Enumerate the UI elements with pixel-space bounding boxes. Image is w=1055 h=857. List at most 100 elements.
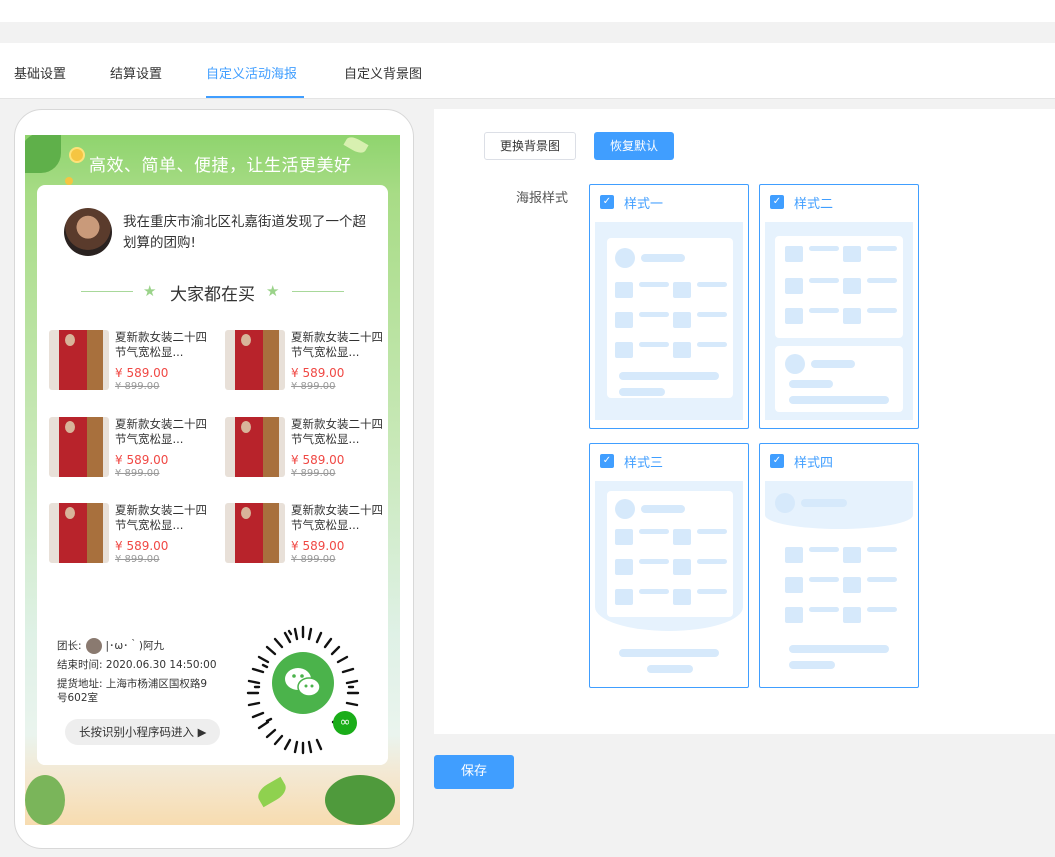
product-original-price: ¥ 899.00 (291, 468, 336, 479)
poster-card: 我在重庆市渝北区礼嘉街道发现了一个超划算的团购! ★ 大家都在买 ★ 夏新款女装… (37, 185, 388, 765)
style-option-4[interactable]: ✓ 样式四 (759, 443, 919, 688)
product-image (225, 417, 285, 477)
poster-preview: 高效、简单、便捷，让生活更美好 我在重庆市渝北区礼嘉街道发现了一个超划算的团购!… (25, 135, 400, 825)
bag-icon (615, 589, 633, 605)
enter-mini-program-button[interactable]: 长按识别小程序码进入 ▶ (65, 719, 220, 745)
bag-icon (615, 342, 633, 358)
product-original-price: ¥ 899.00 (115, 554, 160, 565)
thumb-bar (809, 547, 839, 552)
thumb-bar (801, 499, 847, 507)
style-option-3[interactable]: ✓ 样式三 (589, 443, 749, 688)
checkbox-checked-icon[interactable]: ✓ (770, 195, 784, 209)
leader-name: |･ω･｀)阿九 (105, 640, 164, 652)
product-item[interactable]: 夏新款女装二十四节气宽松显... ¥ 589.00 ¥ 899.00 (49, 417, 219, 487)
style-option-2[interactable]: ✓ 样式二 (759, 184, 919, 429)
thumb-bar (697, 342, 727, 347)
product-name: 夏新款女装二十四节气宽松显... (291, 330, 383, 359)
thumb-bar (697, 589, 727, 594)
bag-icon (785, 246, 803, 262)
product-item[interactable]: 夏新款女装二十四节气宽松显... ¥ 589.00 ¥ 899.00 (225, 330, 388, 400)
product-original-price: ¥ 899.00 (115, 468, 160, 479)
thumb-avatar (615, 248, 635, 268)
tab-basic-settings[interactable]: 基础设置 (14, 63, 66, 82)
thumb-avatar (785, 354, 805, 374)
product-item[interactable]: 夏新款女装二十四节气宽松显... ¥ 589.00 ¥ 899.00 (225, 417, 388, 487)
orange-decoration-small (65, 177, 73, 185)
bag-icon (615, 312, 633, 328)
bag-icon (673, 529, 691, 545)
checkbox-checked-icon[interactable]: ✓ (600, 195, 614, 209)
poster-intro: 我在重庆市渝北区礼嘉街道发现了一个超划算的团购! (123, 214, 366, 251)
poster-slogan: 高效、简单、便捷，让生活更美好 (89, 156, 352, 176)
thumb-bar (647, 665, 693, 673)
leaf-decoration (254, 776, 290, 808)
mini-program-qr-code: ∞ (237, 625, 377, 755)
bag-icon (843, 278, 861, 294)
thumb-bar (867, 607, 897, 612)
product-image (225, 503, 285, 563)
bag-icon (785, 278, 803, 294)
thumb-avatar (615, 499, 635, 519)
change-background-button[interactable]: 更换背景图 (484, 132, 576, 160)
thumb-bar (867, 547, 897, 552)
product-original-price: ¥ 899.00 (291, 381, 336, 392)
pickup-label: 提货地址: (57, 678, 103, 690)
product-name: 夏新款女装二十四节气宽松显... (115, 503, 207, 532)
product-image (49, 503, 109, 563)
restore-default-button[interactable]: 恢复默认 (594, 132, 674, 160)
thumb-bar (697, 312, 727, 317)
thumb-bar (639, 529, 669, 534)
bag-icon (673, 559, 691, 575)
thumb-bar (639, 312, 669, 317)
style-thumbnail (595, 481, 743, 679)
bag-icon (785, 607, 803, 623)
style-name: 样式一 (624, 197, 664, 212)
bag-icon (673, 342, 691, 358)
product-original-price: ¥ 899.00 (115, 381, 160, 392)
thumb-bar (639, 559, 669, 564)
thumb-bar (867, 246, 897, 251)
lettuce-decoration (25, 135, 61, 173)
thumb-bar (867, 278, 897, 283)
thumb-bar (639, 342, 669, 347)
tab-custom-background[interactable]: 自定义背景图 (344, 63, 422, 82)
product-item[interactable]: 夏新款女装二十四节气宽松显... ¥ 589.00 ¥ 899.00 (49, 503, 219, 573)
product-name: 夏新款女装二十四节气宽松显... (291, 503, 383, 532)
divider-right (292, 291, 344, 292)
thumb-bar (789, 396, 889, 404)
product-image (225, 330, 285, 390)
thumb-bar (809, 308, 839, 313)
thumb-bar (789, 661, 835, 669)
style-option-1[interactable]: ✓ 样式一 (589, 184, 749, 429)
leader-label: 团长: (57, 640, 82, 652)
thumb-bar (697, 282, 727, 287)
product-image (49, 330, 109, 390)
thumb-bar (697, 559, 727, 564)
style-thumbnail (595, 222, 743, 420)
thumb-bar (639, 589, 669, 594)
leader-avatar (85, 638, 102, 654)
thumb-bar (619, 372, 719, 380)
thumb-bar (619, 649, 719, 657)
thumb-bar (867, 577, 897, 582)
wechat-logo (272, 652, 334, 714)
tab-settlement-settings[interactable]: 结算设置 (110, 63, 162, 82)
style-name: 样式二 (794, 197, 834, 212)
bag-icon (843, 547, 861, 563)
bag-icon (843, 607, 861, 623)
product-price: ¥ 589.00 (115, 539, 169, 553)
bag-icon (843, 308, 861, 324)
product-price: ¥ 589.00 (291, 366, 345, 380)
thumb-bar (619, 388, 665, 396)
bag-icon (843, 246, 861, 262)
checkbox-checked-icon[interactable]: ✓ (770, 454, 784, 468)
thumb-bar (809, 246, 839, 251)
product-price: ¥ 589.00 (115, 366, 169, 380)
product-item[interactable]: 夏新款女装二十四节气宽松显... ¥ 589.00 ¥ 899.00 (49, 330, 219, 400)
checkbox-checked-icon[interactable]: ✓ (600, 454, 614, 468)
thumb-bar (809, 607, 839, 612)
product-item[interactable]: 夏新款女装二十四节气宽松显... ¥ 589.00 ¥ 899.00 (225, 503, 388, 573)
tab-custom-poster[interactable]: 自定义活动海报 (206, 63, 297, 82)
save-button[interactable]: 保存 (434, 755, 514, 789)
thumb-bar (697, 529, 727, 534)
